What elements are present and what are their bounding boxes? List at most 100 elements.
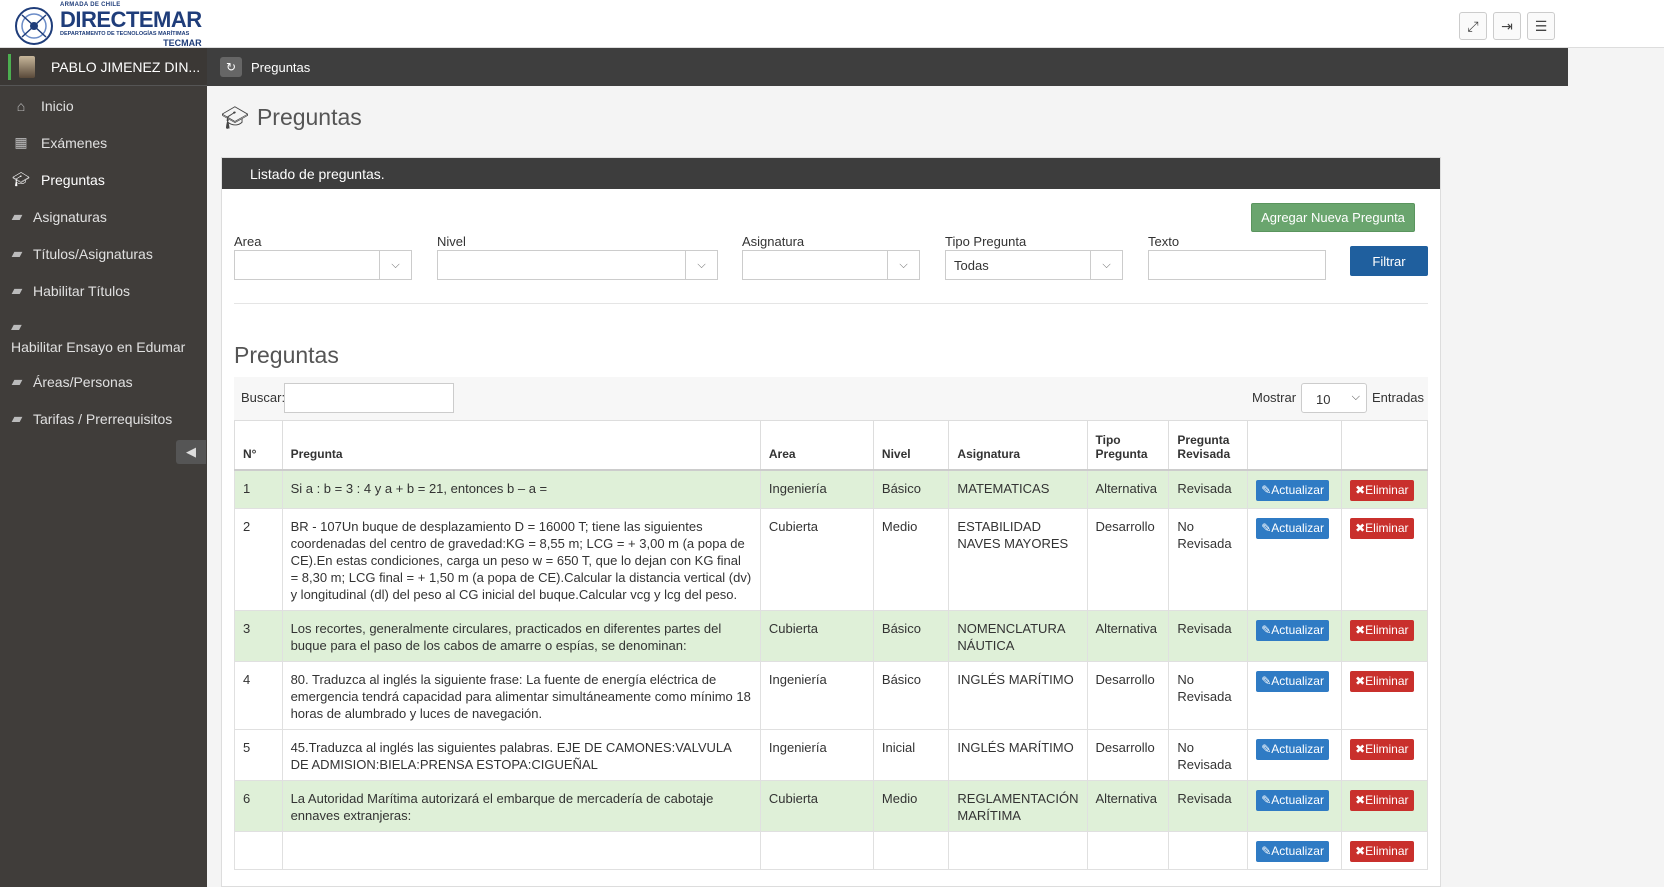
nivel-cell [872,830,950,870]
update-button[interactable]: ✎Actualizar [1256,789,1329,811]
calendar-icon: ▦ [14,134,28,150]
pencil-icon: ✎ [1261,482,1272,497]
update-cell: ✎Actualizar [1247,469,1343,509]
update-button[interactable]: ✎Actualizar [1256,517,1329,539]
sidebar-collapse-button[interactable]: ◀ [176,440,206,464]
delete-button[interactable]: ✖Eliminar [1350,840,1414,862]
pencil-icon: ✎ [1261,622,1272,637]
asignatura-cell: REGLAMENTACIÓN MARÍTIMA [948,779,1088,832]
sidebar-item-label: Áreas/Personas [33,373,133,390]
asignatura-cell [948,830,1088,870]
logout-icon: ⇥ [1501,17,1513,34]
tipo-cell: Alternativa [1086,779,1170,832]
nivel-cell: Básico [872,609,950,662]
delete-label: Eliminar [1365,792,1409,807]
revisada-cell: No Revisada [1168,507,1249,611]
area-cell: Cubierta [759,507,874,611]
sidebar-item-preguntas[interactable]: 🎓︎ Preguntas [0,161,207,198]
page-title-text: Preguntas [256,104,362,130]
search-input[interactable] [284,383,454,413]
delete-button[interactable]: ✖Eliminar [1350,670,1414,692]
close-icon: ✖ [1355,482,1366,497]
row-number: 5 [234,728,283,781]
delete-cell: ✖Eliminar [1341,830,1428,870]
status-indicator [8,53,11,80]
sidebar-item-asignaturas[interactable]: ▰ Asignaturas [0,198,207,235]
update-button[interactable]: ✎Actualizar [1256,738,1329,760]
pencil-icon: ✎ [1261,520,1272,535]
logo-title: DIRECTEMAR [60,7,202,33]
column-header[interactable]: N° [234,420,283,471]
column-header[interactable]: Tipo Pregunta [1086,420,1170,471]
sidebar-item-habilitar-ensayo[interactable]: ▰ Habilitar Ensayo en Edumar [0,309,207,363]
sidebar-item-tarifas[interactable]: ▰ Tarifas / Prerrequisitos [0,400,207,437]
close-icon: ✖ [1355,843,1366,858]
column-header[interactable]: Asignatura [948,420,1088,471]
sidebar-item-label: Títulos/Asignaturas [33,245,153,262]
column-header[interactable]: Pregunta Revisada [1168,420,1249,471]
page-size-value: 10 [1316,392,1331,407]
tipo-cell: Desarrollo [1086,507,1170,611]
directemar-logo[interactable]: ARMADA DE CHILE DIRECTEMAR DEPARTAMENTO … [12,2,202,47]
update-label: Actualizar [1271,673,1324,688]
revisada-cell: No Revisada [1168,660,1249,730]
sidebar-item-titulos-asignaturas[interactable]: ▰ Títulos/Asignaturas [0,235,207,272]
sidebar-item-habilitar-titulos[interactable]: ▰ Habilitar Títulos [0,272,207,309]
refresh-button[interactable]: ↻ [220,57,242,77]
filter-button[interactable]: Filtrar [1350,246,1428,276]
chevron-down-icon: ⌵ [1351,391,1360,403]
asignatura-select[interactable]: ⌵ [742,250,920,280]
section-title: Preguntas [234,342,339,368]
sidebar-item-label: Habilitar Ensayo en Edumar [11,338,186,355]
sidebar-item-examenes[interactable]: ▦ Exámenes [0,124,207,161]
close-icon: ✖ [1355,741,1366,756]
sidebar-item-areas-personas[interactable]: ▰ Áreas/Personas [0,363,207,400]
column-header [1341,420,1428,471]
update-label: Actualizar [1271,520,1324,535]
add-question-button[interactable]: Agregar Nueva Pregunta [1251,203,1415,232]
close-icon: ✖ [1355,792,1366,807]
update-label: Actualizar [1271,622,1324,637]
tipo-cell: Alternativa [1086,609,1170,662]
area-cell: Cubierta [759,779,874,832]
graduation-cap-icon: 🎓︎ [12,171,30,187]
fullscreen-icon: ⤢ [1467,17,1479,34]
sidebar-item-label: Habilitar Títulos [33,282,131,299]
tipo-pregunta-select[interactable]: Todas ⌵ [945,250,1123,280]
fullscreen-button[interactable]: ⤢ [1459,12,1487,40]
area-select[interactable]: ⌵ [234,250,412,280]
update-button[interactable]: ✎Actualizar [1256,670,1329,692]
area-label: Area [234,234,262,249]
column-header[interactable]: Pregunta [281,420,761,471]
menu-button[interactable]: ☰ [1527,12,1555,40]
delete-button[interactable]: ✖Eliminar [1350,619,1414,641]
update-button[interactable]: ✎Actualizar [1256,619,1329,641]
sidebar-item-inicio[interactable]: ⌂ Inicio [0,87,207,124]
questions-table: N° Pregunta Area Nivel Asignatura Tipo P… [234,420,1428,870]
column-header[interactable]: Nivel [872,420,950,471]
page-title: 🎓︎ Preguntas [221,104,362,131]
column-header[interactable]: Area [759,420,874,471]
update-button[interactable]: ✎Actualizar [1256,840,1329,862]
menu-icon: ☰ [1534,17,1548,34]
pencil-icon: ✎ [1261,792,1272,807]
delete-button[interactable]: ✖Eliminar [1350,517,1414,539]
nivel-cell: Medio [872,779,950,832]
row-number: 6 [234,779,283,832]
pencil-icon: ✎ [1261,673,1272,688]
delete-button[interactable]: ✖Eliminar [1350,479,1414,501]
logo-department: DEPARTAMENTO DE TECNOLOGÍAS MARÍTIMAS [60,31,190,38]
user-profile[interactable]: PABLO JIMENEZ DIN... [0,48,207,86]
logout-button[interactable]: ⇥ [1493,12,1521,40]
delete-cell: ✖Eliminar [1341,728,1428,781]
delete-button[interactable]: ✖Eliminar [1350,789,1414,811]
book-icon: ▰ [11,373,23,389]
nivel-select[interactable]: ⌵ [437,250,718,280]
revisada-cell: Revisada [1168,609,1249,662]
texto-input[interactable] [1148,250,1326,280]
row-number: 4 [234,660,283,730]
update-button[interactable]: ✎Actualizar [1256,479,1329,501]
update-label: Actualizar [1271,741,1324,756]
page-size-select[interactable]: 10 ⌵ [1301,383,1367,413]
delete-button[interactable]: ✖Eliminar [1350,738,1414,760]
